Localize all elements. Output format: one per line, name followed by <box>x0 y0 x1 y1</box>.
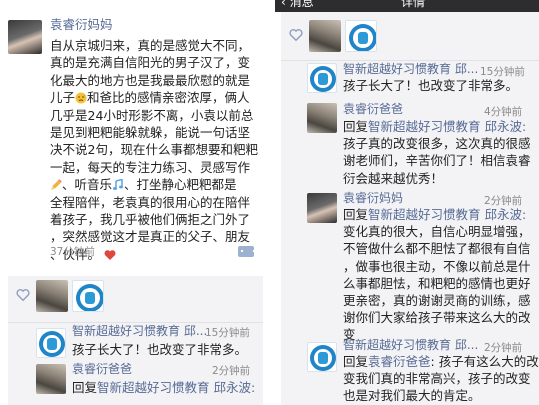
post-line: 化最大的地方也是我最最欣慰的就是 <box>50 72 251 88</box>
post-time: 37分钟前 <box>50 246 95 258</box>
post-line: 一起，每天的专注力练习、灵感写作 <box>50 159 251 175</box>
commenter-avatar[interactable] <box>307 103 337 133</box>
reply-prefix: 回复 <box>343 354 369 369</box>
commenter-avatar[interactable] <box>307 63 337 93</box>
post-line: 、听音乐 <box>62 177 113 193</box>
comment-time: 15分钟前 <box>205 327 250 339</box>
comment-line: 变化真的很大，自信心明显增强， <box>343 224 531 240</box>
comment-text: 回复智新超越好习惯教育 邱永波: 变化真的很大，自信心明显增强， 不管做什么都不… <box>343 206 531 344</box>
post-author-name[interactable]: 袁睿衍妈妈 <box>50 17 113 33</box>
emoji-sweat <box>75 92 87 104</box>
comment-text: 回复智新超越好习惯教育 邱永波: 孩子真的改变很多，这次真的很感 谢老师们，辛苦… <box>343 118 531 187</box>
comment-text: 回复智新超越好习惯教育 邱永波: <box>72 379 255 396</box>
comment-line: 谢老师们，辛苦你们了！相信袁睿 <box>343 153 531 169</box>
reply-prefix: 回复 <box>72 380 98 395</box>
liker-avatar[interactable] <box>309 20 341 52</box>
back-button[interactable]: ‹ 消息 <box>281 0 314 8</box>
liker-avatar[interactable] <box>72 280 104 312</box>
nav-bar: ‹ 消息 详情 <box>275 0 539 12</box>
reply-target[interactable]: 袁睿衍爸爸 <box>368 354 431 369</box>
commenter-name[interactable]: 智新超越好习惯教育 邱... <box>343 337 478 353</box>
comment-line: 更亲密，真的谢谢灵商的训练，感 <box>343 292 531 308</box>
liker-avatar[interactable] <box>345 20 377 52</box>
post-line: 几乎是24小时形影不离，小袁以前总 <box>50 107 254 123</box>
nav-title: 详情 <box>401 0 426 9</box>
commenter-avatar[interactable] <box>307 193 337 223</box>
comment-line: 孩子长大了！也改变了非常多。 <box>72 342 248 357</box>
panel-gap <box>263 0 275 405</box>
post-line: 全程陪伴，老袁真的很用心的在陪伴 <box>50 194 251 210</box>
post-line: 自从京城归来，真的是感觉大不同， <box>50 38 251 53</box>
comment-line: 变我们真的非常高兴，孩子的改变 <box>343 371 531 387</box>
commenter-name[interactable]: 袁睿衍妈妈 <box>343 190 403 206</box>
post-line-with-emoji: 、听音乐 、打坐静心粑粑都是 <box>50 176 262 193</box>
commenter-avatar[interactable] <box>36 364 66 394</box>
comment-line: 么事都胆怯，和粑粑的感情也更好 <box>343 275 531 291</box>
reply-target[interactable]: 智新超越好习惯教育 邱永波: <box>368 207 526 222</box>
reply-prefix: 回复 <box>343 207 369 222</box>
commenter-name[interactable]: 袁睿衍爸爸 <box>343 101 403 117</box>
post-content: 自从京城归来，真的是感觉大不同， 真的是充满自信阳光的男子汉了，变 化最大的地方… <box>50 37 262 263</box>
commenter-avatar[interactable] <box>307 342 337 372</box>
comment-time: 4分钟前 <box>484 106 523 118</box>
left-moment-panel: 袁睿衍妈妈 自从京城归来，真的是感觉大不同， 真的是充满自信阳光的男子汉了，变 … <box>0 0 263 405</box>
screenshot-root: 袁睿衍妈妈 自从京城归来，真的是感觉大不同， 真的是充满自信阳光的男子汉了，变 … <box>0 0 539 405</box>
comment-line: ，做事也很主动，不像以前总是什 <box>343 258 531 274</box>
post-line: 、打坐静心粑粑都是 <box>124 177 237 193</box>
comment-line: 不管做什么都不胆怯了都很有自信 <box>343 241 531 257</box>
comment-text: 孩子长大了！也改变了非常多。 <box>343 77 518 94</box>
post-line: 决不说2句，现在什么事都想要和粑粑 <box>50 142 258 158</box>
heart-icon <box>289 29 303 42</box>
commenter-avatar[interactable] <box>36 328 66 358</box>
liker-avatar[interactable] <box>36 280 68 312</box>
emoji-music <box>113 179 124 191</box>
commenter-name[interactable]: 袁睿衍爸爸 <box>72 361 132 377</box>
post-line: 着孩子，我几乎被他们俩拒之门外了 <box>50 211 251 227</box>
commenter-name[interactable]: 智新超越好习惯教育 邱... <box>343 61 478 77</box>
heart-icon <box>16 289 30 302</box>
comment-line: : 孩子有这么大的改 <box>430 354 539 369</box>
comment-text: 回复袁睿衍爸爸: 孩子有这么大的改 变我们真的非常高兴，孩子的改变 也是对我们最… <box>343 353 539 405</box>
comment-line: 孩子长大了！也改变了非常多。 <box>343 78 519 93</box>
emoji-pencil <box>51 179 62 191</box>
post-line-with-emoji: 儿子 和爸比的感情亲密浓厚，俩人 <box>50 89 262 106</box>
back-label: 消息 <box>289 0 314 9</box>
post-line: 和爸比的感情亲密浓厚，俩人 <box>87 90 250 106</box>
comment-line: 谢你们大家给孩子带来这么大的改 <box>343 310 531 326</box>
comment-text: 孩子长大了！也改变了非常多。 <box>72 341 247 358</box>
reply-prefix: 回复 <box>343 119 369 134</box>
reply-target[interactable]: 智新超越好习惯教育 邱永波: <box>97 380 255 395</box>
commenter-name[interactable]: 智新超越好习惯教育 邱... <box>72 323 207 339</box>
reply-target[interactable]: 智新超越好习惯教育 邱永波: <box>368 119 526 134</box>
post-line: 真的是充满自信阳光的男子汉了，变 <box>50 55 251 71</box>
comment-line: 孩子真的改变很多，这次真的很感 <box>343 136 531 152</box>
emoji-heart <box>104 249 116 260</box>
comment-line: 也是对我们最大的肯定。 <box>343 388 481 404</box>
right-moment-panel: ‹ 消息 详情 智新超越好习惯教育 邱... 15分钟前 孩子长大了！也改变了非… <box>275 0 539 405</box>
comment-line: 衍会越来越优秀！ <box>343 170 444 186</box>
comment-time: 2分钟前 <box>212 365 251 377</box>
comment-icon[interactable] <box>238 246 255 257</box>
author-avatar[interactable] <box>8 20 42 54</box>
post-line: 儿子 <box>50 90 76 106</box>
likes-area <box>281 12 539 60</box>
likes-area <box>8 276 263 322</box>
post-line: 是见到粑粑能躲就躲，能说一句话坚 <box>50 124 251 140</box>
